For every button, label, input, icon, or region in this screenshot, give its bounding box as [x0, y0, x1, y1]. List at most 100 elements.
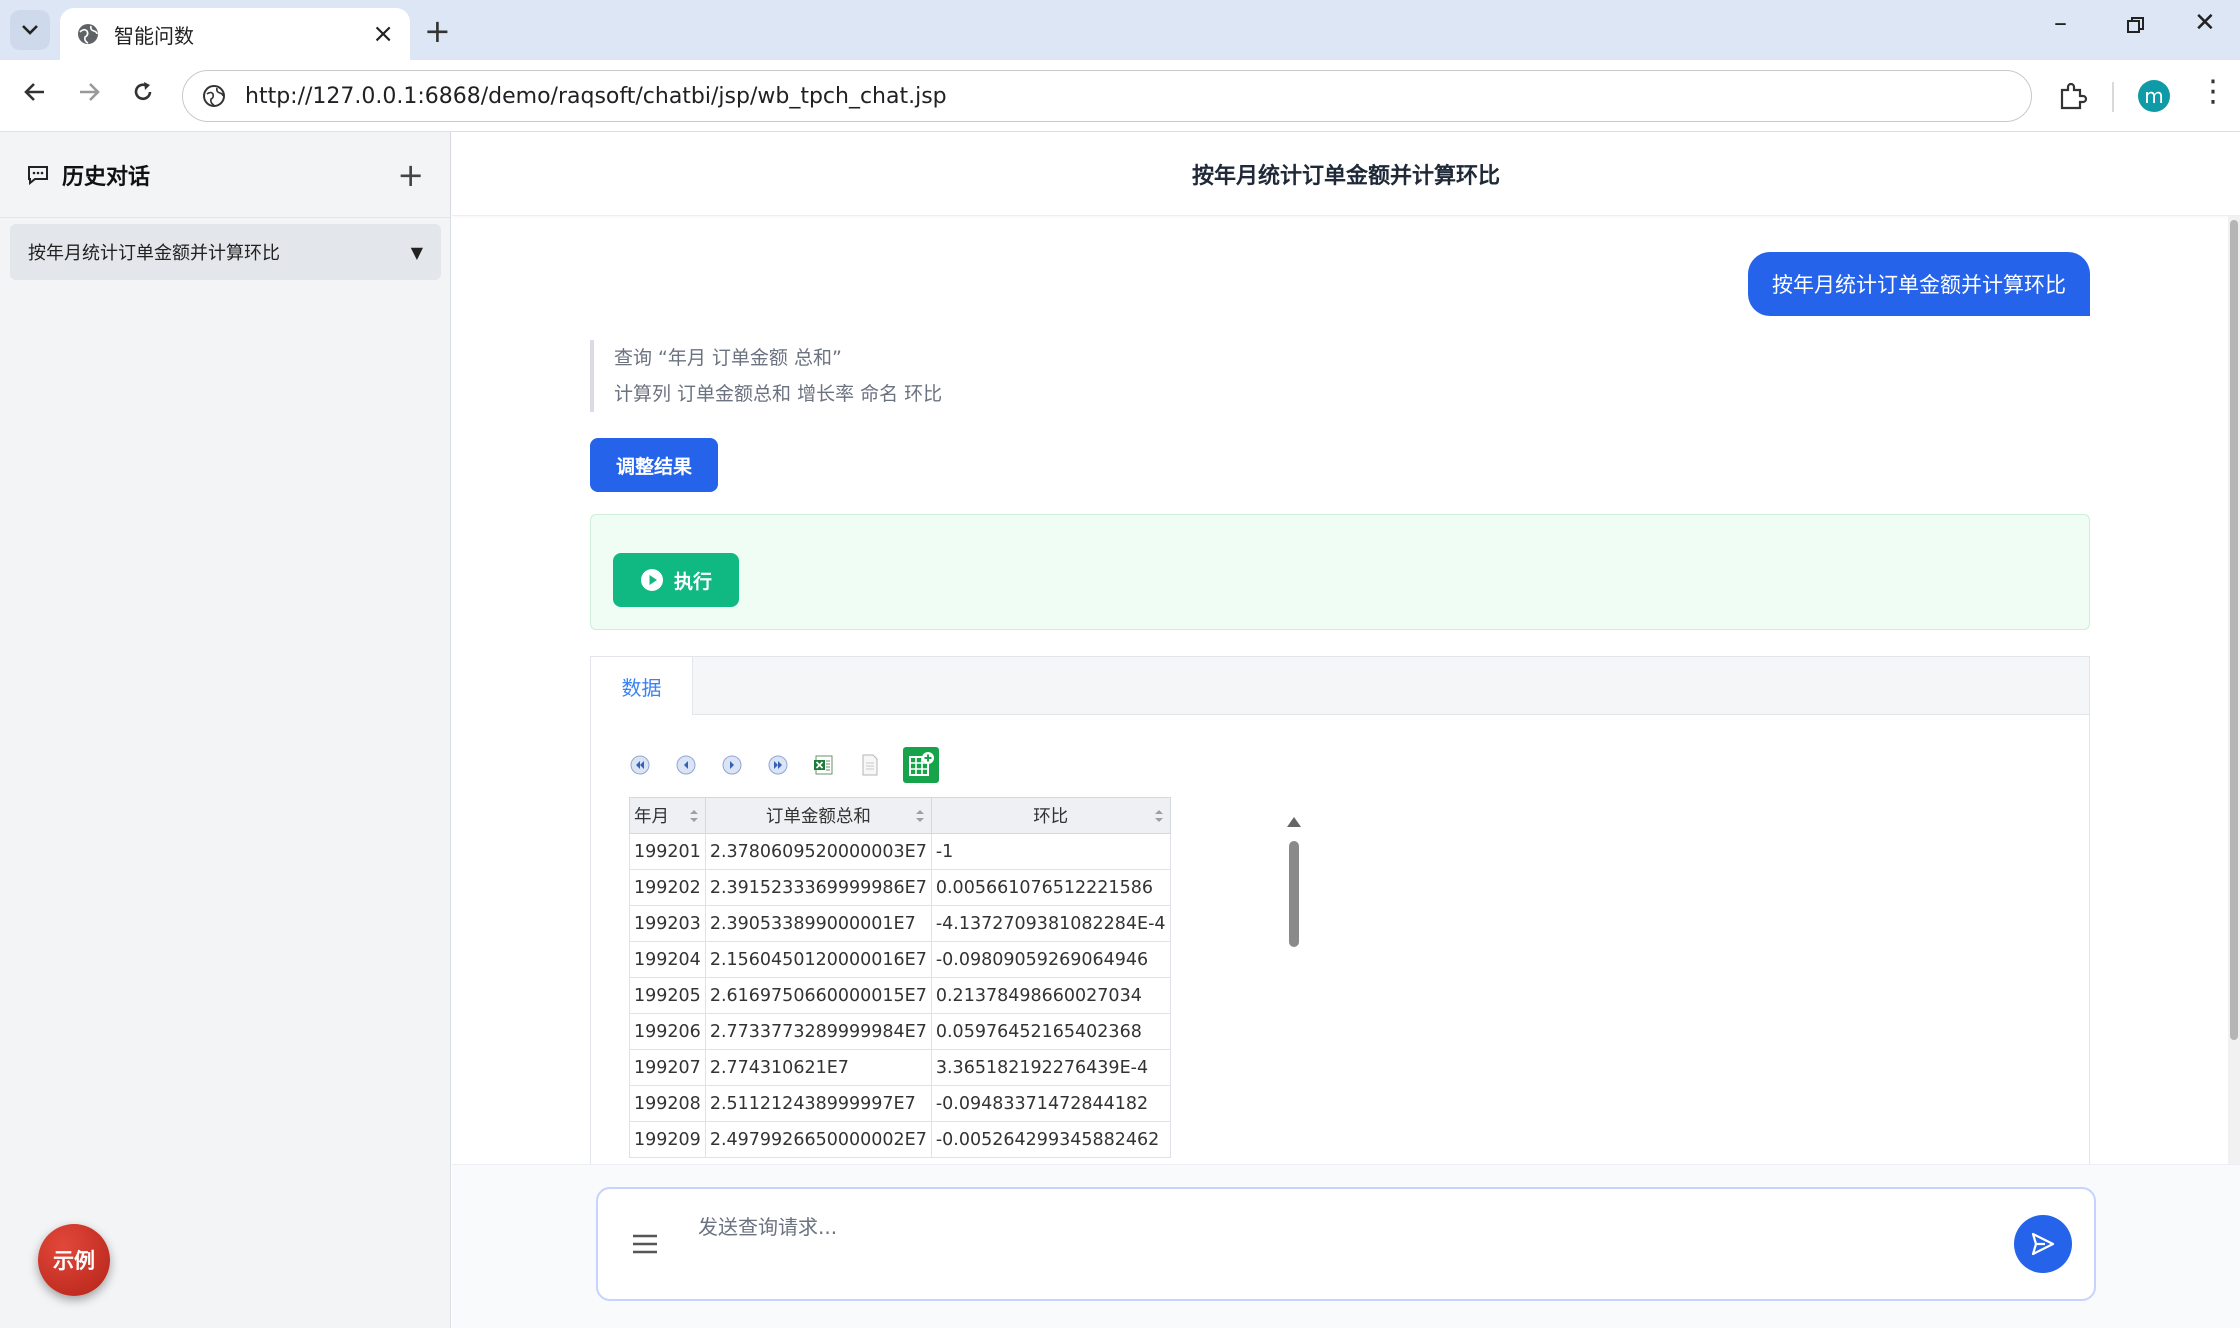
table-cell: 2.3780609520000003E7 — [704, 833, 932, 870]
table-cell: 199207 — [629, 1049, 706, 1086]
table-row[interactable]: 199204 2.1560450120000016E7 -0.09809059269… — [629, 941, 1171, 978]
query-steps: 查询 “年月 订单金额 总和” 计算列 订单金额总和 增长率 命名 环比 — [590, 340, 942, 412]
table-cell: 0.005661076512221586 — [930, 869, 1171, 906]
extensions-puzzle-icon[interactable] — [2056, 80, 2088, 112]
table-cell: -0.09809059269064946 — [930, 941, 1171, 978]
history-item[interactable]: 按年月统计订单金额并计算环比 ▼ — [10, 224, 441, 280]
table-cell: 199206 — [629, 1013, 706, 1050]
sort-icon[interactable] — [1154, 808, 1164, 824]
chat-header: 按年月统计订单金额并计算环比 — [452, 132, 2240, 216]
table-cell: -0.005264299345882462 — [930, 1121, 1171, 1158]
send-button[interactable] — [2014, 1215, 2072, 1273]
column-header-label: 年月 — [634, 807, 669, 827]
column-header-mom[interactable]: 环比 — [930, 797, 1171, 834]
table-row[interactable]: 199201 2.3780609520000003E7 -1 — [629, 833, 1171, 870]
profile-avatar[interactable]: m — [2138, 80, 2170, 112]
forward-arrow-icon[interactable] — [76, 78, 102, 113]
grid-toolbar — [627, 747, 939, 783]
table-row[interactable]: 199203 2.390533899000001E7 -4.137270938108… — [629, 905, 1171, 942]
table-cell: 2.390533899000001E7 — [704, 905, 932, 942]
caret-down-icon[interactable]: ▼ — [411, 243, 423, 262]
example-button[interactable]: 示例 — [38, 1224, 110, 1296]
table-cell: 199208 — [629, 1085, 706, 1122]
table-cell: -0.09483371472844182 — [930, 1085, 1171, 1122]
reload-icon[interactable] — [130, 78, 156, 113]
result-table: 年月 订单金额总和 环比 199201 2.3780609520000003E7-… — [629, 797, 1171, 1158]
tab-search-chevron-icon[interactable] — [10, 10, 50, 50]
query-step: 查询 “年月 订单金额 总和” — [614, 347, 842, 369]
table-row[interactable]: 199207 2.774310621E7 3.365182192276439E-4 — [629, 1049, 1171, 1086]
table-cell: 0.05976452165402368 — [930, 1013, 1171, 1050]
globe-icon — [78, 24, 98, 44]
sort-icon[interactable] — [689, 808, 699, 824]
document-export-icon[interactable] — [857, 752, 883, 778]
query-input[interactable] — [696, 1207, 1956, 1247]
excel-export-icon[interactable] — [811, 752, 837, 778]
table-cell: 2.511212438999997E7 — [704, 1085, 932, 1122]
table-scrollbar-thumb[interactable] — [1289, 841, 1299, 947]
table-row[interactable]: 199202 2.3915233369999986E7 0.005661076512… — [629, 869, 1171, 906]
table-cell: 199205 — [629, 977, 706, 1014]
browser-toolbar: http://127.0.0.1:6868/demo/raqsoft/chatb… — [0, 60, 2240, 132]
table-cell: 199203 — [629, 905, 706, 942]
chat-bubble-icon — [28, 165, 48, 185]
last-page-icon[interactable] — [765, 752, 791, 778]
browser-tab[interactable]: 智能问数 × — [60, 8, 410, 60]
column-header-yearmonth[interactable]: 年月 — [629, 797, 706, 834]
browser-menu-icon[interactable]: ⋮ — [2198, 74, 2228, 109]
toolbar-separator — [2112, 82, 2114, 112]
table-cell: 2.1560450120000016E7 — [704, 941, 932, 978]
table-row[interactable]: 199206 2.7733773289999984E7 0.059764521654… — [629, 1013, 1171, 1050]
execute-button-label: 执行 — [673, 570, 712, 593]
site-info-icon[interactable] — [201, 83, 227, 109]
table-cell: 2.3915233369999986E7 — [704, 869, 932, 906]
page-scrollbar-thumb[interactable] — [2230, 220, 2238, 1040]
tab-close-icon[interactable]: × — [372, 19, 394, 49]
table-cell: 199209 — [629, 1121, 706, 1158]
address-bar[interactable]: http://127.0.0.1:6868/demo/raqsoft/chatb… — [182, 70, 2032, 122]
query-step: 计算列 订单金额总和 增长率 命名 环比 — [614, 383, 943, 405]
tab-data[interactable]: 数据 — [591, 657, 693, 715]
send-icon — [2031, 1232, 2055, 1256]
first-page-icon[interactable] — [627, 752, 653, 778]
window-close-icon[interactable]: ✕ — [2194, 8, 2216, 38]
play-circle-icon — [640, 569, 663, 591]
execute-button[interactable]: 执行 — [613, 553, 739, 607]
table-row[interactable]: 199208 2.511212438999997E7 -0.094833714728… — [629, 1085, 1171, 1122]
new-chat-plus-icon[interactable]: + — [397, 156, 424, 194]
table-cell: -1 — [930, 833, 1171, 870]
minimize-icon[interactable]: – — [2054, 8, 2067, 38]
table-cell: 2.6169750660000015E7 — [704, 977, 932, 1014]
table-scrollbar[interactable] — [1287, 817, 1301, 1197]
table-cell: 199201 — [629, 833, 706, 870]
new-tab-plus-icon[interactable]: + — [424, 12, 451, 50]
back-arrow-icon[interactable] — [22, 78, 48, 113]
menu-lines-icon[interactable] — [632, 1233, 658, 1255]
add-table-icon[interactable] — [903, 747, 939, 783]
adjust-result-button[interactable]: 调整结果 — [590, 438, 718, 492]
table-cell: 3.365182192276439E-4 — [930, 1049, 1171, 1086]
column-header-label: 订单金额总和 — [765, 807, 871, 827]
table-row[interactable]: 199205 2.6169750660000015E7 0.213784986600… — [629, 977, 1171, 1014]
result-panel: 数据 年月 订单金额总和 环比 199201 2.378060952000000… — [590, 656, 2090, 1196]
sort-icon[interactable] — [915, 808, 925, 824]
tab-title: 智能问数 — [114, 23, 194, 48]
restore-icon[interactable] — [2126, 12, 2146, 42]
table-row[interactable]: 199209 2.4979926650000002E7 -0.00526429934… — [629, 1121, 1171, 1158]
column-header-label: 环比 — [1033, 807, 1069, 827]
chat-title: 按年月统计订单金额并计算环比 — [1191, 163, 1500, 189]
column-header-order-amount[interactable]: 订单金额总和 — [704, 797, 932, 834]
table-cell: 0.21378498660027034 — [930, 977, 1171, 1014]
sidebar-header: 历史对话 + — [0, 132, 450, 218]
next-page-icon[interactable] — [719, 752, 745, 778]
browser-tab-bar: 智能问数 × + – ✕ — [0, 0, 2240, 60]
table-cell: 199202 — [629, 869, 706, 906]
history-item-label: 按年月统计订单金额并计算环比 — [28, 243, 280, 264]
previous-page-icon[interactable] — [673, 752, 699, 778]
page-scrollbar[interactable] — [2228, 216, 2240, 1164]
composer-box — [596, 1187, 2096, 1301]
scroll-up-arrow-icon[interactable] — [1287, 817, 1301, 827]
url-text: http://127.0.0.1:6868/demo/raqsoft/chatb… — [245, 83, 947, 109]
table-cell: 199204 — [629, 941, 706, 978]
table-cell: 2.7733773289999984E7 — [704, 1013, 932, 1050]
